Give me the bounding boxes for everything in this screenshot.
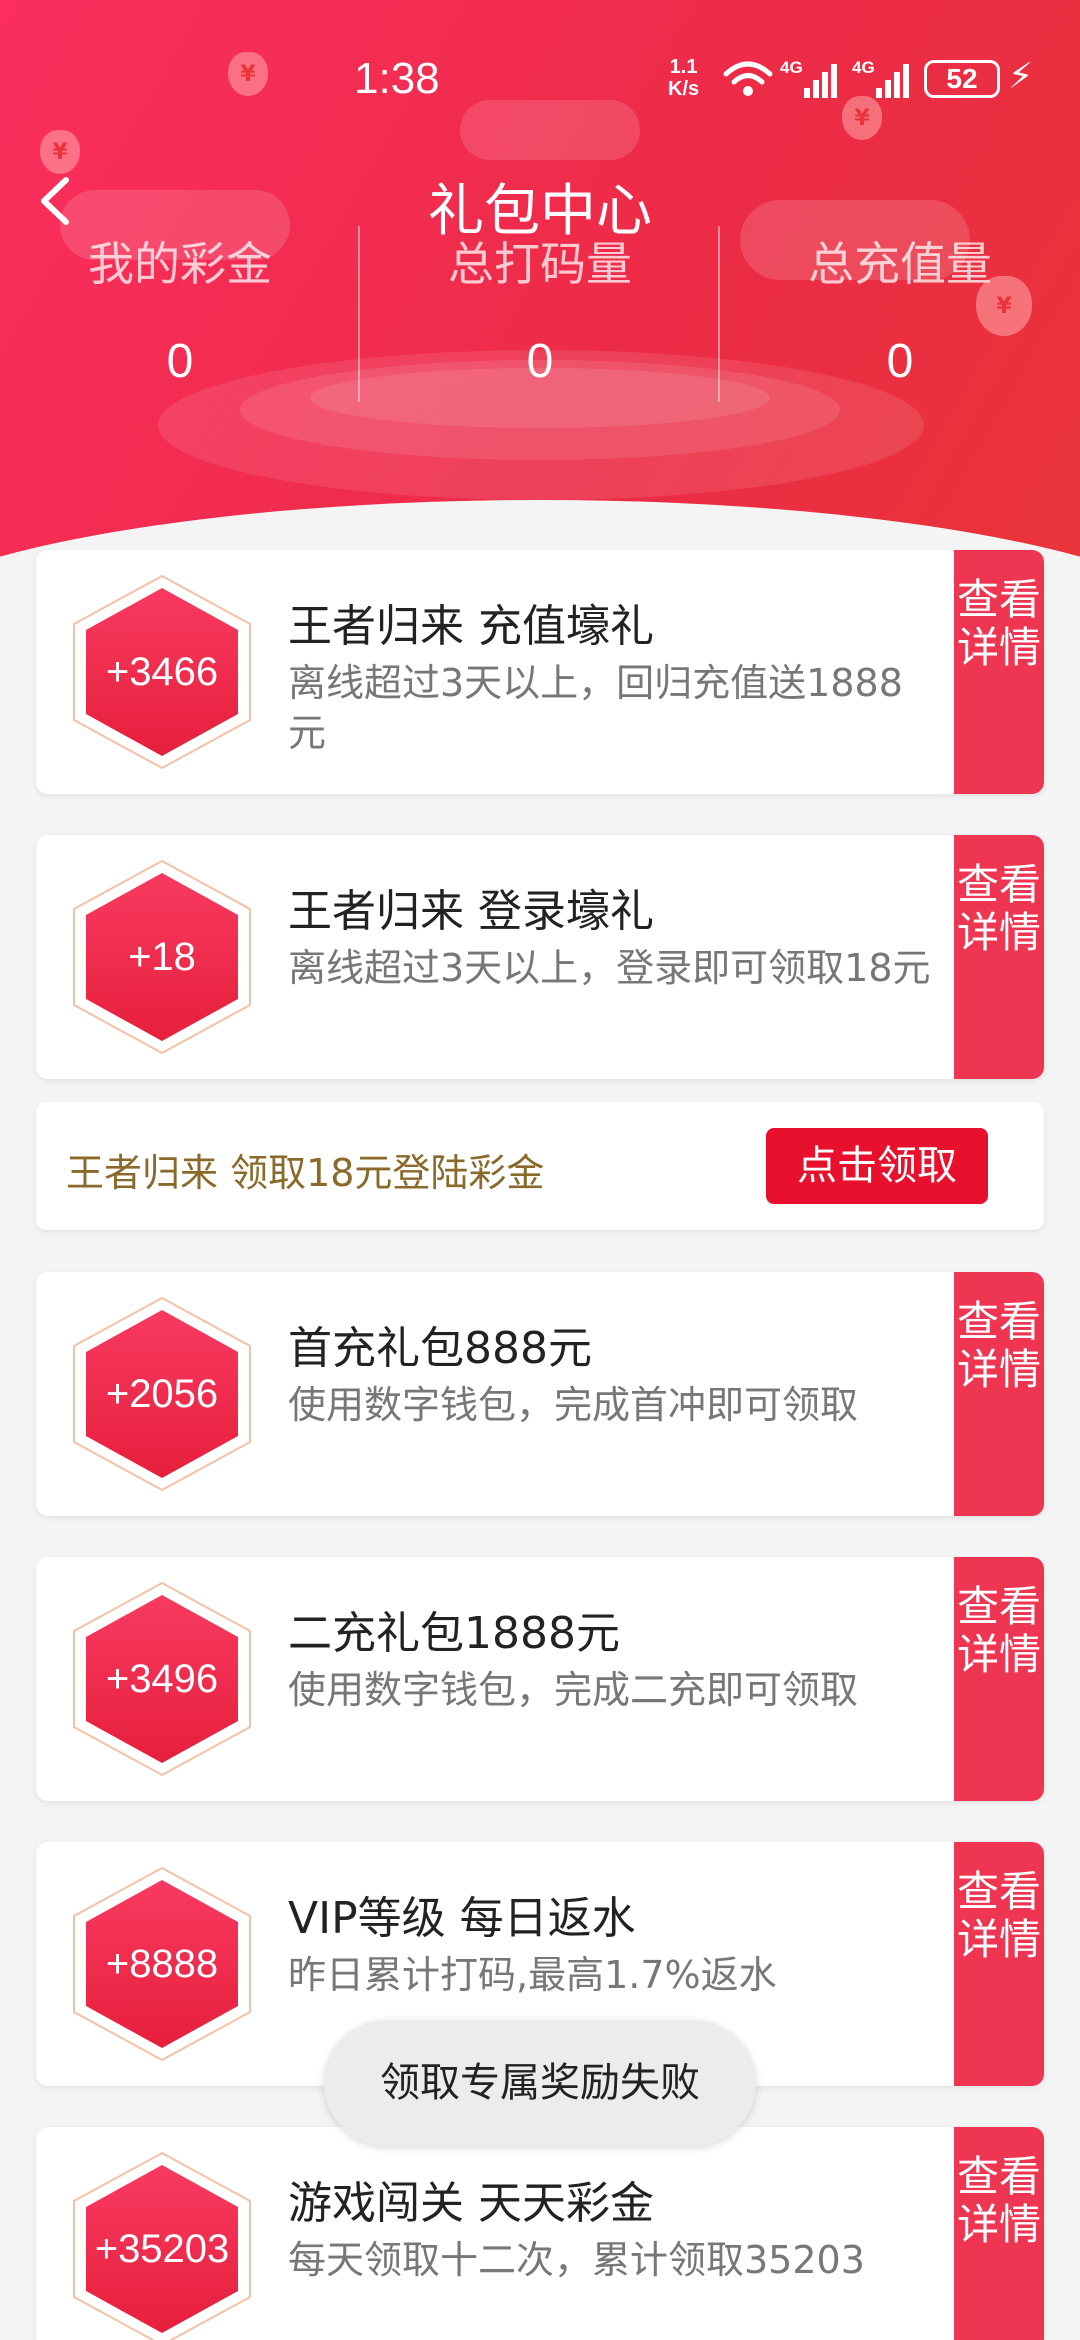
card-title: 王者归来 登录壕礼 [288,886,654,937]
hex-badge: +3466 [70,574,254,770]
view-details-button[interactable]: 查看详情 [954,1557,1044,1801]
stat-label: 我的彩金 [88,237,272,291]
claim-button[interactable]: 点击领取 [766,1128,988,1204]
stat-value: 0 [526,335,554,388]
hex-badge: +18 [70,859,254,1055]
signal-strength-icon: 4G [780,58,842,102]
status-time: 1:38 [354,54,440,103]
hex-badge: +35203 [70,2151,254,2340]
gift-card: +3496 二充礼包1888元 使用数字钱包，完成二充即可领取 查看详情 [36,1557,1044,1801]
stat-value: 0 [886,335,914,388]
card-title: 王者归来 充值壕礼 [288,601,654,652]
view-details-button[interactable]: 查看详情 [954,1842,1044,2086]
view-details-button[interactable]: 查看详情 [954,550,1044,794]
view-details-button[interactable]: 查看详情 [954,1272,1044,1516]
card-description: 离线超过3天以上，回归充值送1888元 [288,661,903,755]
card-title: 二充礼包1888元 [288,1608,620,1659]
status-bar: 1:38 1.1 K/s 4G 4G 52 ⚡ [0,50,1080,110]
stat-my-bonus: 我的彩金 0 [0,228,360,389]
stat-total-bets: 总打码量 0 [360,228,720,389]
hex-badge: +2056 [70,1296,254,1492]
wifi-icon [723,61,773,96]
claim-text: 王者归来 领取18元登陆彩金 [66,1151,545,1195]
card-title: 游戏闯关 天天彩金 [288,2178,654,2229]
hex-badge: +3496 [70,1581,254,1777]
bonus-amount: +8888 [105,1942,219,1986]
network-speed-unit: K/s [668,78,700,100]
network-speed-value: 1.1 [669,56,698,78]
card-title: 首充礼包888元 [288,1323,592,1374]
network-speed: 1.1 K/s [668,56,699,100]
stat-value: 0 [166,335,194,388]
card-description: 每天领取十二次，累计领取35203 [288,2238,865,2282]
signal-strength-icon: 4G [852,58,914,102]
card-description: 离线超过3天以上，登录即可领取18元 [288,946,931,990]
bonus-amount: +3466 [105,650,219,694]
gift-card: +35203 游戏闯关 天天彩金 每天领取十二次，累计领取35203 查看详情 [36,2127,1044,2340]
bonus-amount: +35203 [94,2227,230,2271]
card-title: VIP等级 每日返水 [288,1893,636,1944]
gift-card: +3466 王者归来 充值壕礼 离线超过3天以上，回归充值送1888元 查看详情 [36,550,1044,794]
claim-banner: 王者归来 领取18元登陆彩金 点击领取 [36,1102,1044,1230]
card-description: 使用数字钱包，完成二充即可领取 [288,1668,859,1712]
card-description: 昨日累计打码,最高1.7%返水 [288,1953,777,1997]
bonus-amount: +3496 [105,1657,219,1701]
card-description: 使用数字钱包，完成首冲即可领取 [288,1383,859,1427]
bonus-amount: +2056 [105,1372,219,1416]
view-details-button[interactable]: 查看详情 [954,2127,1044,2340]
gift-card: +18 王者归来 登录壕礼 离线超过3天以上，登录即可领取18元 查看详情 [36,835,1044,1079]
toast-message: 领取专属奖励失败 [324,2020,756,2146]
bonus-amount: +18 [128,935,196,979]
stat-label: 总打码量 [448,237,632,291]
stat-label: 总充值量 [808,237,992,291]
view-details-button[interactable]: 查看详情 [954,835,1044,1079]
stat-total-deposit: 总充值量 0 [720,228,1080,389]
hex-badge: +8888 [70,1866,254,2062]
gift-card: +2056 首充礼包888元 使用数字钱包，完成首冲即可领取 查看详情 [36,1272,1044,1516]
battery-icon: 52 [924,60,1000,98]
charging-icon: ⚡ [1008,56,1034,97]
